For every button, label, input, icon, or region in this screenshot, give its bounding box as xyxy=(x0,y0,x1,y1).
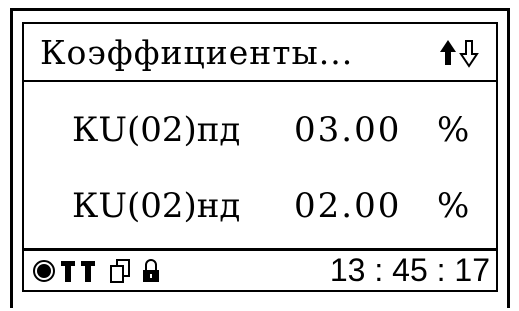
clock: 13 : 45 : 17 xyxy=(329,252,490,288)
page-title: Коэффициенты... xyxy=(40,33,354,72)
param-unit: % xyxy=(437,110,470,150)
param-value: 02.00 xyxy=(294,186,402,226)
antenna-icon xyxy=(61,261,75,282)
param-unit: % xyxy=(437,186,470,226)
status-bar: 13 : 45 : 17 xyxy=(24,248,496,290)
nav-arrows[interactable] xyxy=(438,38,484,68)
antenna-icon xyxy=(81,261,95,282)
param-value: 03.00 xyxy=(294,110,402,150)
arrow-down-icon[interactable] xyxy=(459,40,479,68)
copy-icon xyxy=(110,259,130,283)
record-icon xyxy=(33,260,55,282)
param-name: КU(02)пд xyxy=(72,110,241,150)
param-row[interactable]: КU(02)нд 02.00 % xyxy=(24,184,496,244)
title-bar: Коэффициенты... xyxy=(24,24,496,82)
param-row[interactable]: КU(02)пд 03.00 % xyxy=(24,108,496,168)
arrow-up-icon[interactable] xyxy=(440,40,456,65)
lock-icon xyxy=(143,259,159,282)
status-icons xyxy=(33,258,233,284)
param-name: КU(02)нд xyxy=(72,186,241,226)
lcd-screen: Коэффициенты... КU(02)пд 03.00 % КU(02)н… xyxy=(22,22,498,292)
